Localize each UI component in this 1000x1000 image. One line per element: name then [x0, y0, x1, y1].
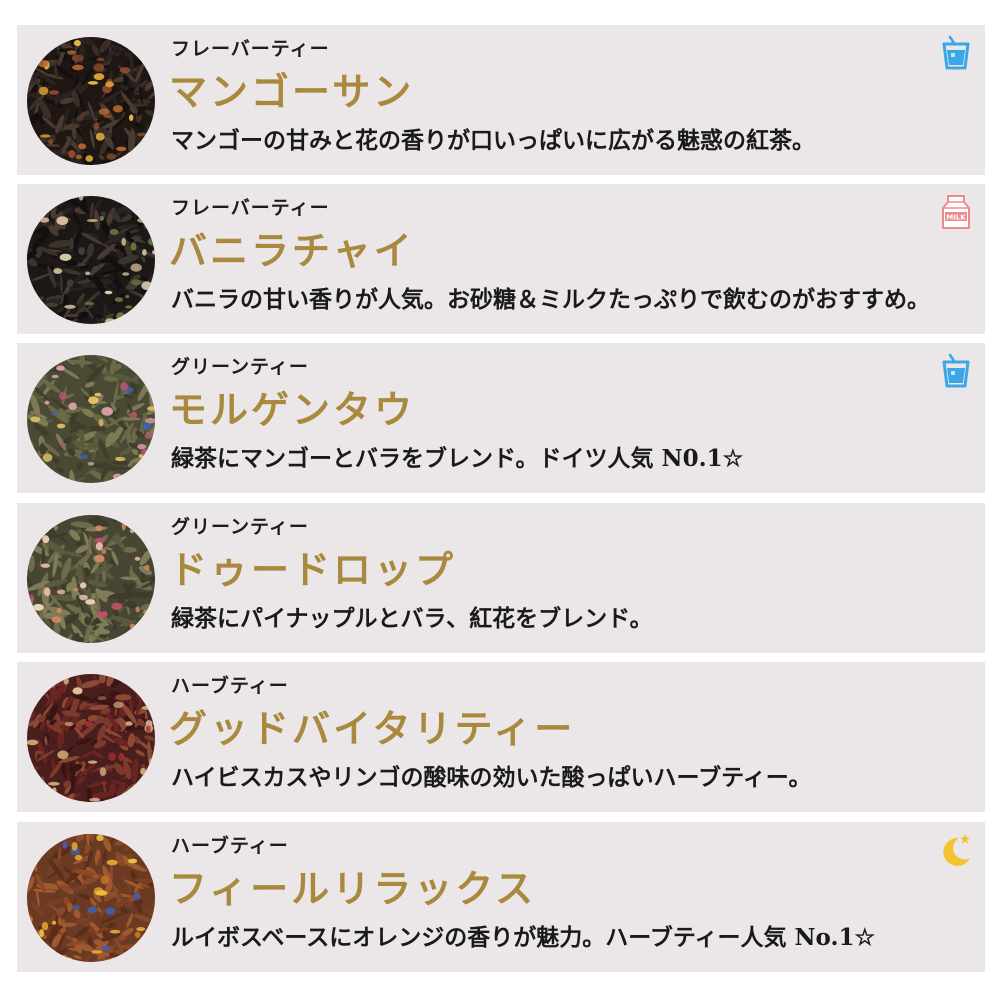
tea-card-vanilla-chai[interactable]: フレーバーティー バニラチャイ バニラの甘い香りが人気。お砂糖＆ミルクたっぷりで…: [17, 184, 985, 334]
tea-description: マンゴーの甘みと花の香りが口いっぱいに広がる魅惑の紅茶。: [171, 127, 815, 154]
iced-drink-icon: [939, 35, 973, 71]
tea-list: フレーバーティー マンゴーサン マンゴーの甘みと花の香りが口いっぱいに広がる魅惑…: [0, 0, 1000, 1000]
tea-name: フィールリラックス: [169, 866, 537, 911]
tea-leaf-texture: [27, 37, 155, 165]
tea-leaf-image: [27, 515, 155, 643]
tea-leaf-image: [27, 37, 155, 165]
tea-leaf-image: [27, 196, 155, 324]
tea-leaf-image: [27, 355, 155, 483]
tea-name: グッドバイタリティー: [169, 706, 576, 751]
tea-leaf-texture: [27, 515, 155, 643]
tea-category: グリーンティー: [171, 516, 309, 538]
tea-card-good-vitality[interactable]: ハーブティー グッドバイタリティー ハイビスカスやリンゴの酸味の効いた酸っぱいハ…: [17, 662, 985, 812]
tea-leaf-image: [27, 834, 155, 962]
milk-carton-icon: MILK: [939, 194, 973, 230]
tea-category: フレーバーティー: [171, 197, 330, 219]
tea-name: バニラチャイ: [169, 228, 415, 273]
tea-name: マンゴーサン: [169, 69, 415, 114]
tea-description: ルイボスベースにオレンジの香りが魅力。ハーブティー人気 No.1☆: [171, 924, 876, 951]
tea-description: バニラの甘い香りが人気。お砂糖＆ミルクたっぷりで飲むのがおすすめ。: [171, 286, 930, 313]
tea-name: モルゲンタウ: [169, 387, 416, 432]
tea-card-feel-relax[interactable]: ハーブティー フィールリラックス ルイボスベースにオレンジの香りが魅力。ハーブテ…: [17, 822, 985, 972]
tea-category: ハーブティー: [171, 675, 289, 697]
tea-card-mango-sun[interactable]: フレーバーティー マンゴーサン マンゴーの甘みと花の香りが口いっぱいに広がる魅惑…: [17, 25, 985, 175]
tea-leaf-image: [27, 674, 155, 802]
tea-category: グリーンティー: [171, 356, 309, 378]
tea-description: ハイビスカスやリンゴの酸味の効いた酸っぱいハーブティー。: [171, 764, 812, 791]
tea-card-morgentau[interactable]: グリーンティー モルゲンタウ 緑茶にマンゴーとバラをブレンド。ドイツ人気 N0.…: [17, 343, 985, 493]
tea-description: 緑茶にパイナップルとバラ、紅花をブレンド。: [171, 605, 653, 632]
tea-category: フレーバーティー: [171, 38, 330, 60]
tea-leaf-texture: [27, 355, 155, 483]
tea-category: ハーブティー: [171, 835, 289, 857]
moon-star-icon: [939, 832, 973, 868]
tea-description: 緑茶にマンゴーとバラをブレンド。ドイツ人気 N0.1☆: [171, 445, 744, 472]
tea-leaf-texture: [27, 834, 155, 962]
tea-card-dewdrop[interactable]: グリーンティー ドゥードロップ 緑茶にパイナップルとバラ、紅花をブレンド。: [17, 503, 985, 653]
tea-name: ドゥードロップ: [169, 547, 457, 592]
tea-leaf-texture: [27, 674, 155, 802]
iced-drink-icon: [939, 353, 973, 389]
tea-leaf-texture: [27, 196, 155, 324]
milk-label: MILK: [946, 214, 966, 222]
